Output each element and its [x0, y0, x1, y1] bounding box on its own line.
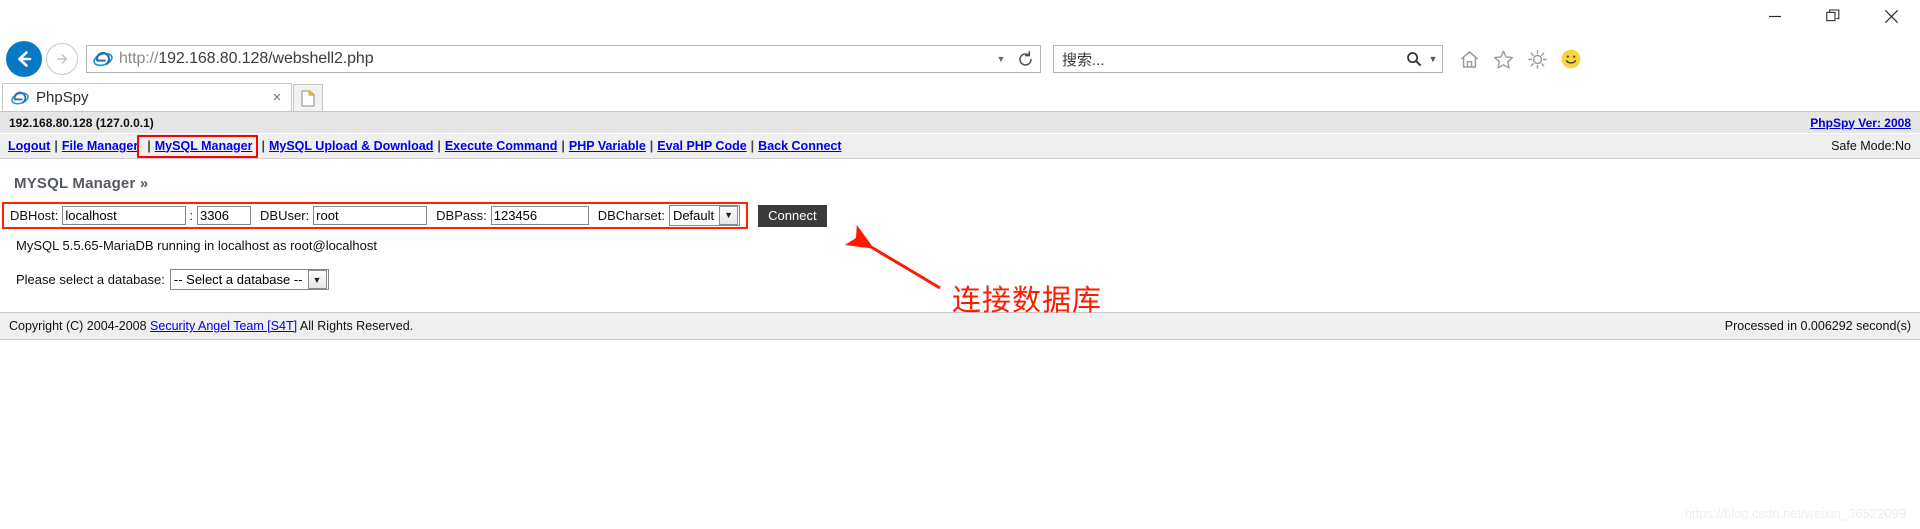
copyright-suffix: All Rights Reserved.: [297, 319, 414, 333]
connect-button[interactable]: Connect: [758, 204, 827, 227]
ie-favicon-icon: [93, 49, 113, 69]
page-navigation-row: Logout | File Manager | MySQL Manager | …: [0, 134, 1920, 159]
close-icon[interactable]: ×: [269, 89, 285, 107]
page-content: MYSQL Manager » DBHost: : DBUser: DBPass…: [0, 159, 1920, 340]
dbcharset-label: DBCharset:: [597, 207, 665, 223]
dbport-input[interactable]: [197, 205, 252, 225]
phpspy-page: 192.168.80.128 (127.0.0.1) PhpSpy Ver: 2…: [0, 112, 1920, 340]
phpspy-version-link[interactable]: PhpSpy Ver: 2008: [1810, 116, 1911, 130]
nav-link-mysql-upload-download[interactable]: MySQL Upload & Download: [269, 139, 433, 153]
nav-separator: |: [147, 138, 151, 153]
search-bar[interactable]: 搜索... ▼: [1053, 45, 1443, 73]
forward-arrow-icon[interactable]: [46, 43, 78, 75]
dbcharset-select[interactable]: Default ▼: [668, 204, 741, 226]
dbuser-input[interactable]: [313, 205, 428, 225]
new-tab-button[interactable]: [293, 84, 323, 111]
chevron-down-icon[interactable]: ▼: [307, 270, 327, 289]
gear-icon[interactable]: [1523, 45, 1551, 73]
copyright-text: Copyright (C) 2004-2008 Security Angel T…: [9, 319, 413, 333]
url-rest: 192.168.80.128/webshell2.php: [158, 50, 374, 67]
dbcharset-selected-value: Default: [672, 207, 715, 223]
dbuser-label: DBUser:: [260, 207, 310, 223]
browser-window: http://192.168.80.128/webshell2.php ▼ 搜索…: [0, 0, 1920, 112]
chevron-down-icon[interactable]: ▼: [992, 46, 1010, 72]
nav-separator: |: [437, 139, 441, 153]
restore-button[interactable]: [1804, 0, 1862, 32]
browser-navigation-bar: http://192.168.80.128/webshell2.php ▼ 搜索…: [0, 36, 1920, 82]
page-footer: Copyright (C) 2004-2008 Security Angel T…: [0, 312, 1920, 340]
search-magnifier-icon[interactable]: [1402, 47, 1426, 71]
address-bar-url: http://192.168.80.128/webshell2.php: [119, 50, 992, 68]
nav-separator: |: [54, 139, 58, 153]
ie-favicon-icon: [11, 89, 29, 107]
safe-mode-status: Safe Mode:No: [1831, 139, 1911, 153]
dbpass-label: DBPass:: [436, 207, 487, 223]
favorites-star-icon[interactable]: [1489, 45, 1517, 73]
smiley-icon[interactable]: [1557, 45, 1585, 73]
security-angel-team-link[interactable]: Security Angel Team [S4T]: [150, 319, 297, 333]
nav-links: Logout | File Manager | MySQL Manager | …: [8, 134, 842, 158]
nav-link-file-manager[interactable]: File Manager: [62, 139, 138, 153]
nav-link-back-connect[interactable]: Back Connect: [758, 139, 841, 153]
page-title: MYSQL Manager »: [14, 175, 149, 192]
chevron-down-icon[interactable]: ▼: [1426, 46, 1440, 72]
search-input[interactable]: 搜索...: [1062, 49, 1402, 70]
back-arrow-icon[interactable]: [6, 41, 42, 77]
nav-link-execute-command[interactable]: Execute Command: [445, 139, 558, 153]
tab-phpspy[interactable]: PhpSpy ×: [2, 83, 292, 111]
database-select-label: Please select a database:: [16, 272, 165, 287]
url-scheme: http://: [119, 50, 159, 67]
window-titlebar: [0, 0, 1920, 36]
copyright-prefix: Copyright (C) 2004-2008: [9, 319, 151, 333]
dbhost-input[interactable]: [62, 205, 187, 225]
dbpass-input[interactable]: [490, 205, 589, 225]
dbhost-label: DBHost:: [10, 207, 59, 223]
home-icon[interactable]: [1455, 45, 1483, 73]
tab-strip: PhpSpy ×: [0, 82, 1920, 112]
nav-link-mysql-manager[interactable]: MySQL Manager: [155, 139, 253, 153]
chevron-down-icon[interactable]: ▼: [719, 205, 739, 225]
host-info: 192.168.80.128 (127.0.0.1): [9, 115, 154, 130]
processed-time: Processed in 0.006292 second(s): [1724, 319, 1911, 333]
database-selected-value: -- Select a database --: [173, 272, 303, 287]
database-select-row: Please select a database: -- Select a da…: [0, 253, 1920, 290]
minimize-button[interactable]: [1746, 0, 1804, 32]
close-button[interactable]: [1862, 0, 1920, 32]
address-bar[interactable]: http://192.168.80.128/webshell2.php ▼: [86, 45, 1041, 73]
watermark-text: https://blog.csdn.net/weixin_36522099: [1684, 506, 1906, 521]
mysql-status-line: MySQL 5.5.65-MariaDB running in localhos…: [16, 238, 377, 253]
nav-separator: |: [561, 139, 565, 153]
nav-separator: |: [261, 139, 265, 153]
nav-separator: |: [750, 139, 755, 153]
tab-title: PhpSpy: [36, 89, 89, 106]
nav-link-php-variable[interactable]: PHP Variable: [569, 139, 646, 153]
page-topbar: 192.168.80.128 (127.0.0.1) PhpSpy Ver: 2…: [0, 112, 1920, 134]
browser-toolbar-icons: [1455, 45, 1585, 73]
database-select[interactable]: -- Select a database -- ▼: [169, 269, 329, 290]
port-separator: :: [189, 207, 194, 223]
nav-link-logout[interactable]: Logout: [8, 139, 50, 153]
connection-form-row: DBHost: : DBUser: DBPass: DBCharset: Def…: [0, 202, 1920, 229]
connection-form-highlight-box: DBHost: : DBUser: DBPass: DBCharset: Def…: [2, 202, 749, 229]
nav-link-eval-php-code[interactable]: Eval PHP Code: [657, 139, 746, 153]
nav-highlight-box: | MySQL Manager: [137, 134, 259, 158]
refresh-icon[interactable]: [1012, 46, 1038, 72]
nav-separator: |: [649, 139, 654, 153]
